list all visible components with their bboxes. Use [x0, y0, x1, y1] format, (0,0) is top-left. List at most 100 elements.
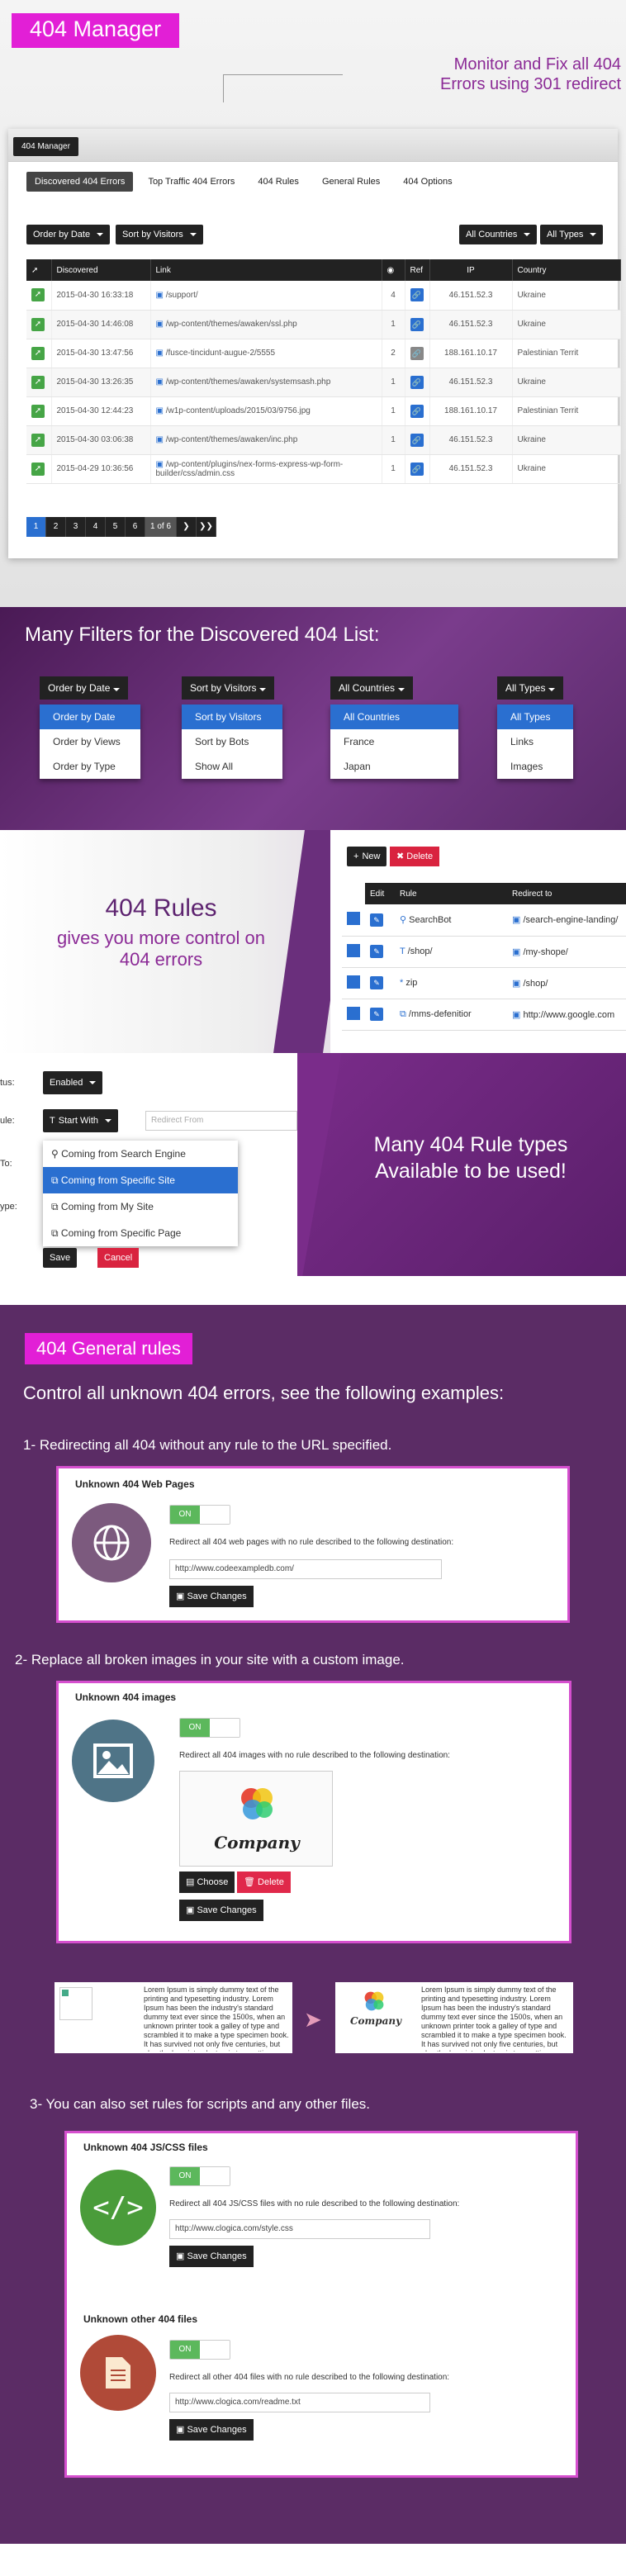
- link-chain-icon[interactable]: 🔗: [410, 288, 424, 302]
- sort-dropdown-button[interactable]: Sort by Visitors: [182, 676, 275, 700]
- rule-type-dropdown[interactable]: T Start With: [43, 1109, 119, 1132]
- table-row[interactable]: ➚ 2015-04-30 13:26:35 ▣ /wp-content/themes…: [26, 368, 621, 397]
- link-cell[interactable]: ▣ /support/: [150, 281, 382, 311]
- pencil-icon[interactable]: ✎: [370, 945, 383, 958]
- pencil-icon[interactable]: ✎: [370, 976, 383, 989]
- link-chain-icon[interactable]: 🔗: [410, 433, 424, 447]
- dropdown-option[interactable]: Show All: [182, 754, 282, 779]
- page-button[interactable]: 1: [26, 517, 46, 537]
- rule-row[interactable]: ✎ * zip ▣ /shop/: [342, 967, 626, 999]
- page-button[interactable]: 3: [66, 517, 86, 537]
- on-toggle[interactable]: ON: [169, 2166, 230, 2186]
- save-changes-button[interactable]: ▣ Save Changes: [169, 2419, 254, 2441]
- table-row[interactable]: ➚ 2015-04-29 10:36:56 ▣ /wp-content/plugin…: [26, 454, 621, 484]
- dropdown-option[interactable]: Order by Type: [40, 754, 140, 779]
- save-changes-button[interactable]: ▣ Save Changes: [179, 1900, 263, 1921]
- order-dropdown[interactable]: Order by Date: [26, 225, 111, 244]
- row-checkbox[interactable]: [347, 943, 360, 957]
- link-chain-icon[interactable]: 🔗: [410, 317, 424, 331]
- tab-general-rules[interactable]: General Rules: [314, 172, 388, 192]
- page-button[interactable]: 2: [46, 517, 66, 537]
- table-row[interactable]: ➚ 2015-04-30 16:33:18 ▣ /support/4 🔗 46.151.…: [26, 281, 621, 311]
- redirect-arrow-icon[interactable]: ➚: [31, 375, 45, 389]
- link-chain-icon[interactable]: 🔗: [410, 346, 424, 360]
- menu-item[interactable]: ⧉ Coming from Specific Page: [43, 1220, 238, 1246]
- menu-item[interactable]: ⚲ Coming from Search Engine: [43, 1141, 238, 1167]
- cancel-button[interactable]: Cancel: [97, 1248, 140, 1268]
- menu-item[interactable]: ⧉ Coming from My Site: [43, 1193, 238, 1220]
- tab-discovered[interactable]: Discovered 404 Errors: [26, 172, 134, 192]
- redirect-arrow-icon[interactable]: ➚: [31, 346, 45, 360]
- link-cell[interactable]: ▣ /wp-content/plugins/nex-forms-express-…: [150, 454, 382, 484]
- pencil-icon[interactable]: ✎: [370, 913, 383, 927]
- dropdown-option[interactable]: Sort by Bots: [182, 729, 282, 754]
- redirect-arrow-icon[interactable]: ➚: [31, 433, 45, 447]
- link-cell[interactable]: ▣ /wp-content/themes/awaken/inc.php: [150, 425, 382, 455]
- link-cell[interactable]: ▣ /w1p-content/uploads/2015/03/9756.jpg: [150, 396, 382, 426]
- dropdown-option[interactable]: France: [330, 729, 458, 754]
- menu-item[interactable]: ⧉ Coming from Specific Site: [43, 1167, 238, 1193]
- order-dropdown-button[interactable]: Order by Date: [40, 676, 129, 700]
- redirect-arrow-icon[interactable]: ➚: [31, 462, 45, 476]
- table-row[interactable]: ➚ 2015-04-30 13:47:56 ▣ /fusce-tincidunt-a…: [26, 339, 621, 368]
- rule-row[interactable]: ✎ ⚲ SearchBot ▣ /search-engine-landing/: [342, 904, 626, 937]
- redirect-arrow-icon[interactable]: ➚: [31, 288, 45, 302]
- link-chain-icon[interactable]: 🔗: [410, 375, 424, 389]
- redirect-arrow-icon[interactable]: ➚: [31, 317, 45, 331]
- dropdown-option[interactable]: Sort by Visitors: [182, 704, 282, 729]
- save-button[interactable]: Save: [43, 1248, 78, 1268]
- link-text[interactable]: /support/: [166, 291, 198, 300]
- page-button[interactable]: 4: [86, 517, 106, 537]
- table-row[interactable]: ➚ 2015-04-30 03:06:38 ▣ /wp-content/themes…: [26, 425, 621, 455]
- rule-row[interactable]: ✎ ⧉ /mms-defenitior ▣ http://www.google.co…: [342, 999, 626, 1031]
- link-text[interactable]: /wp-content/themes/awaken/systemsash.php: [166, 377, 331, 387]
- link-text[interactable]: /wp-content/themes/awaken/ssl.php: [166, 320, 297, 329]
- pencil-icon[interactable]: ✎: [370, 1008, 383, 1021]
- dropdown-option[interactable]: Japan: [330, 754, 458, 779]
- types-dropdown-button[interactable]: All Types: [497, 676, 564, 700]
- link-text[interactable]: /w1p-content/uploads/2015/03/9756.jpg: [166, 406, 311, 415]
- link-text[interactable]: /fusce-tincidunt-augue-2/5555: [166, 349, 275, 358]
- delete-rule-button[interactable]: ✖ Delete: [390, 847, 440, 866]
- dropdown-option[interactable]: Links: [497, 729, 573, 754]
- types-dropdown[interactable]: All Types: [540, 225, 604, 244]
- on-toggle[interactable]: ON: [179, 1718, 240, 1738]
- link-chain-icon[interactable]: 🔗: [410, 462, 424, 476]
- row-checkbox[interactable]: [347, 912, 360, 926]
- dropdown-option[interactable]: All Types: [497, 704, 573, 729]
- delete-image-button[interactable]: 🗑 Delete: [237, 1872, 291, 1893]
- new-rule-button[interactable]: + New: [347, 847, 387, 866]
- tab-top-traffic[interactable]: Top Traffic 404 Errors: [140, 172, 243, 192]
- countries-dropdown-button[interactable]: All Countries: [330, 676, 414, 700]
- tab-rules[interactable]: 404 Rules: [249, 172, 307, 192]
- dropdown-option[interactable]: Order by Date: [40, 704, 140, 729]
- link-cell[interactable]: ▣ /wp-content/themes/awaken/ssl.php: [150, 310, 382, 339]
- table-row[interactable]: ➚ 2015-04-30 14:46:08 ▣ /wp-content/themes…: [26, 310, 621, 339]
- last-page-icon[interactable]: ❯❯: [197, 517, 216, 537]
- page-button[interactable]: 6: [126, 517, 145, 537]
- redirect-arrow-icon[interactable]: ➚: [31, 404, 45, 418]
- save-changes-button[interactable]: ▣ Save Changes: [169, 2246, 254, 2267]
- tab-options[interactable]: 404 Options: [395, 172, 460, 192]
- rule-row[interactable]: ✎ T /shop/▣ /my-shope/: [342, 936, 626, 968]
- page-button[interactable]: 5: [106, 517, 126, 537]
- table-row[interactable]: ➚ 2015-04-30 12:44:23 ▣ /w1p-content/uploa…: [26, 396, 621, 426]
- status-dropdown[interactable]: Enabled: [43, 1071, 103, 1094]
- link-text[interactable]: /wp-content/themes/awaken/inc.php: [166, 435, 298, 444]
- row-checkbox[interactable]: [347, 975, 360, 989]
- link-chain-icon[interactable]: 🔗: [410, 404, 424, 418]
- dropdown-option[interactable]: Images: [497, 754, 573, 779]
- countries-dropdown[interactable]: All Countries: [459, 225, 538, 244]
- sort-dropdown[interactable]: Sort by Visitors: [116, 225, 203, 244]
- on-toggle[interactable]: ON: [169, 2340, 230, 2360]
- row-checkbox[interactable]: [347, 1006, 360, 1020]
- on-toggle[interactable]: ON: [169, 1505, 230, 1525]
- url-input[interactable]: http://www.clogica.com/style.css: [169, 2219, 430, 2239]
- save-changes-button[interactable]: ▣ Save Changes: [169, 1586, 254, 1607]
- redirect-from-input[interactable]: Redirect From: [145, 1111, 297, 1131]
- link-cell[interactable]: ▣ /fusce-tincidunt-augue-2/5555: [150, 339, 382, 368]
- link-cell[interactable]: ▣ /wp-content/themes/awaken/systemsash.p…: [150, 368, 382, 397]
- url-input[interactable]: http://www.clogica.com/readme.txt: [169, 2393, 430, 2412]
- choose-button[interactable]: ▤ Choose: [179, 1872, 235, 1893]
- dropdown-option[interactable]: Order by Views: [40, 729, 140, 754]
